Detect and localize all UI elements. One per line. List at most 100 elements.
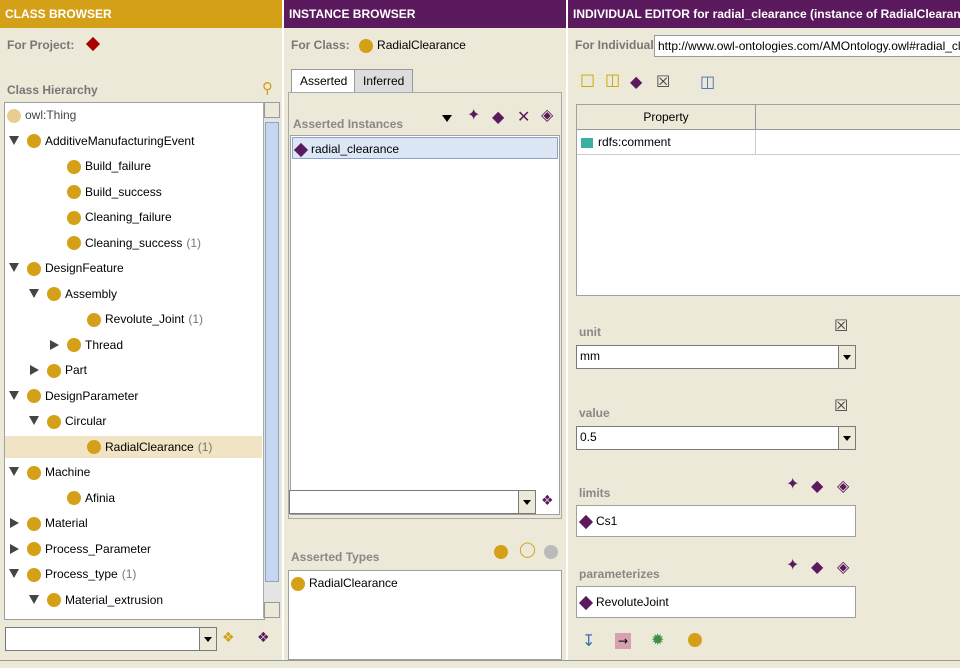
scroll-down-button[interactable] <box>264 602 280 618</box>
parameterizes-item[interactable]: RevoluteJoint <box>578 591 669 613</box>
project-icon <box>85 36 100 52</box>
tab-inferred[interactable]: Inferred <box>354 69 414 92</box>
instance-item[interactable]: radial_clearance <box>292 137 558 159</box>
view-icon[interactable]: ◫ <box>700 74 715 90</box>
chevron-down-icon[interactable] <box>9 569 19 578</box>
class-label: Cleaning_failure <box>85 210 172 224</box>
remove-type-icon[interactable]: ◯ <box>519 540 536 558</box>
class-tree-row[interactable]: Machine <box>5 461 262 483</box>
value-select[interactable]: 0.5 <box>576 426 856 450</box>
class-tree-row[interactable]: Cleaning_success (1) <box>5 232 262 254</box>
class-tree-row[interactable]: Material_extrusion <box>5 589 262 611</box>
remove-unit-icon[interactable]: ☒ <box>834 316 848 335</box>
class-tree-row[interactable]: owl:Thing <box>5 104 262 126</box>
property-row[interactable]: rdfs:comment <box>577 130 960 155</box>
instance-icon <box>578 514 594 529</box>
for-individual-label: For Individual: <box>575 38 658 52</box>
chevron-down-icon[interactable] <box>838 427 855 449</box>
class-label: Cleaning_success <box>85 235 183 250</box>
chevron-down-icon[interactable] <box>9 467 19 476</box>
class-tree[interactable]: owl:Thing AdditiveManufacturingEvent Build… <box>4 102 265 620</box>
remove-parameterizes-icon[interactable]: ◈ <box>837 559 849 575</box>
import-icon[interactable]: ↧ <box>582 633 595 649</box>
class-tree-row[interactable]: Material <box>5 512 262 534</box>
parameterizes-list[interactable]: RevoluteJoint <box>576 586 856 618</box>
class-tree-row[interactable]: DesignFeature <box>5 257 262 279</box>
asserted-types-list[interactable]: RadialClearance <box>288 570 562 660</box>
chevron-down-icon[interactable] <box>838 346 855 368</box>
class-tree-scrollbar[interactable] <box>263 102 281 618</box>
scroll-up-button[interactable] <box>264 102 280 118</box>
chevron-down-icon[interactable] <box>9 135 19 145</box>
class-tree-row[interactable]: AdditiveManufacturingEvent <box>5 130 262 152</box>
type-item[interactable]: RadialClearance <box>291 573 398 593</box>
class-tree-row[interactable]: Revolute_Joint (1) <box>5 308 262 330</box>
navigate-icon[interactable]: → <box>615 633 631 649</box>
class-label: Afinia <box>85 490 116 505</box>
disabled-type-icon <box>544 544 558 559</box>
class-tree-row[interactable]: RadialClearance (1) <box>5 435 262 458</box>
class-label: Part <box>65 363 88 377</box>
annotation-icon[interactable]: ◫ <box>605 72 620 88</box>
new-document-icon[interactable]: □ <box>580 72 595 88</box>
class-tree-row[interactable]: DesignParameter <box>5 385 262 407</box>
add-parameterizes-icon[interactable]: ◆ <box>811 559 823 575</box>
tab-asserted[interactable]: Asserted <box>291 69 357 92</box>
for-individual-field[interactable]: http://www.owl-ontologies.com/AMOntology… <box>654 35 960 57</box>
add-instance-icon[interactable]: ◆ <box>492 109 504 125</box>
property-table[interactable]: Property rdfs:comment <box>576 104 960 296</box>
create-parameterizes-icon[interactable]: ✦ <box>786 557 799 573</box>
delete-instance-icon[interactable]: ✕ <box>517 109 530 125</box>
edit-instance-icon[interactable]: ◈ <box>541 107 553 123</box>
create-instance-icon[interactable]: ✦ <box>467 107 480 123</box>
remove-value-icon[interactable]: ☒ <box>834 396 848 415</box>
value-column-header[interactable] <box>756 105 960 130</box>
class-tree-row[interactable]: Assembly <box>5 283 262 305</box>
chevron-down-icon[interactable] <box>29 594 39 604</box>
add-type-icon[interactable] <box>494 544 508 559</box>
class-tree-row[interactable]: Part <box>5 359 262 381</box>
binoculars-icon[interactable]: ❖ <box>222 630 235 646</box>
chevron-down-icon[interactable] <box>29 288 39 298</box>
limits-list[interactable]: Cs1 <box>576 505 856 537</box>
delete-value-icon[interactable]: ☒ <box>656 74 670 90</box>
chevron-down-icon[interactable] <box>29 416 39 425</box>
create-class-icon[interactable] <box>688 632 702 647</box>
chevron-right-icon[interactable] <box>50 339 59 350</box>
class-tree-row[interactable]: Cleaning_failure <box>5 206 262 228</box>
create-limit-icon[interactable]: ✦ <box>786 476 799 492</box>
chevron-down-icon[interactable] <box>199 628 216 650</box>
class-tree-row[interactable]: Build_success <box>5 181 262 203</box>
class-icon <box>67 185 81 200</box>
class-tree-row[interactable]: Process_Parameter <box>5 538 262 560</box>
chevron-down-icon[interactable] <box>442 115 452 122</box>
class-icon <box>27 542 41 557</box>
limit-item[interactable]: Cs1 <box>578 510 617 532</box>
chevron-down-icon[interactable] <box>518 491 535 513</box>
instance-list[interactable]: radial_clearance <box>290 135 560 515</box>
binoculars-alt-icon[interactable]: ❖ <box>257 630 270 646</box>
unit-select[interactable]: mm <box>576 345 856 369</box>
class-tree-row[interactable]: Thread <box>5 334 262 356</box>
search-icon[interactable]: ⚲ <box>262 79 273 97</box>
add-value-icon[interactable]: ◆ <box>630 74 642 90</box>
chevron-down-icon[interactable] <box>9 390 19 400</box>
class-search-combo[interactable] <box>5 627 217 651</box>
for-class-value: RadialClearance <box>377 38 466 52</box>
instance-search-combo[interactable] <box>289 490 536 514</box>
chevron-right-icon[interactable] <box>30 365 39 375</box>
class-tree-row[interactable]: Afinia <box>5 487 262 509</box>
class-tree-row[interactable]: Circular <box>5 410 262 432</box>
remove-limit-icon[interactable]: ◈ <box>837 478 849 494</box>
chevron-right-icon[interactable] <box>10 518 19 528</box>
class-tree-row[interactable]: Process_type (1) <box>5 563 262 585</box>
binoculars-icon[interactable]: ❖ <box>541 493 554 509</box>
chevron-down-icon[interactable] <box>9 263 19 272</box>
chevron-right-icon[interactable] <box>10 543 19 554</box>
property-column-header[interactable]: Property <box>577 105 756 130</box>
bug-icon[interactable]: ✹ <box>651 632 664 648</box>
class-tree-row[interactable]: Build_failure <box>5 155 262 177</box>
scroll-thumb[interactable] <box>265 122 279 582</box>
add-limit-icon[interactable]: ◆ <box>811 478 823 494</box>
instance-browser-title: INSTANCE BROWSER <box>284 0 566 28</box>
